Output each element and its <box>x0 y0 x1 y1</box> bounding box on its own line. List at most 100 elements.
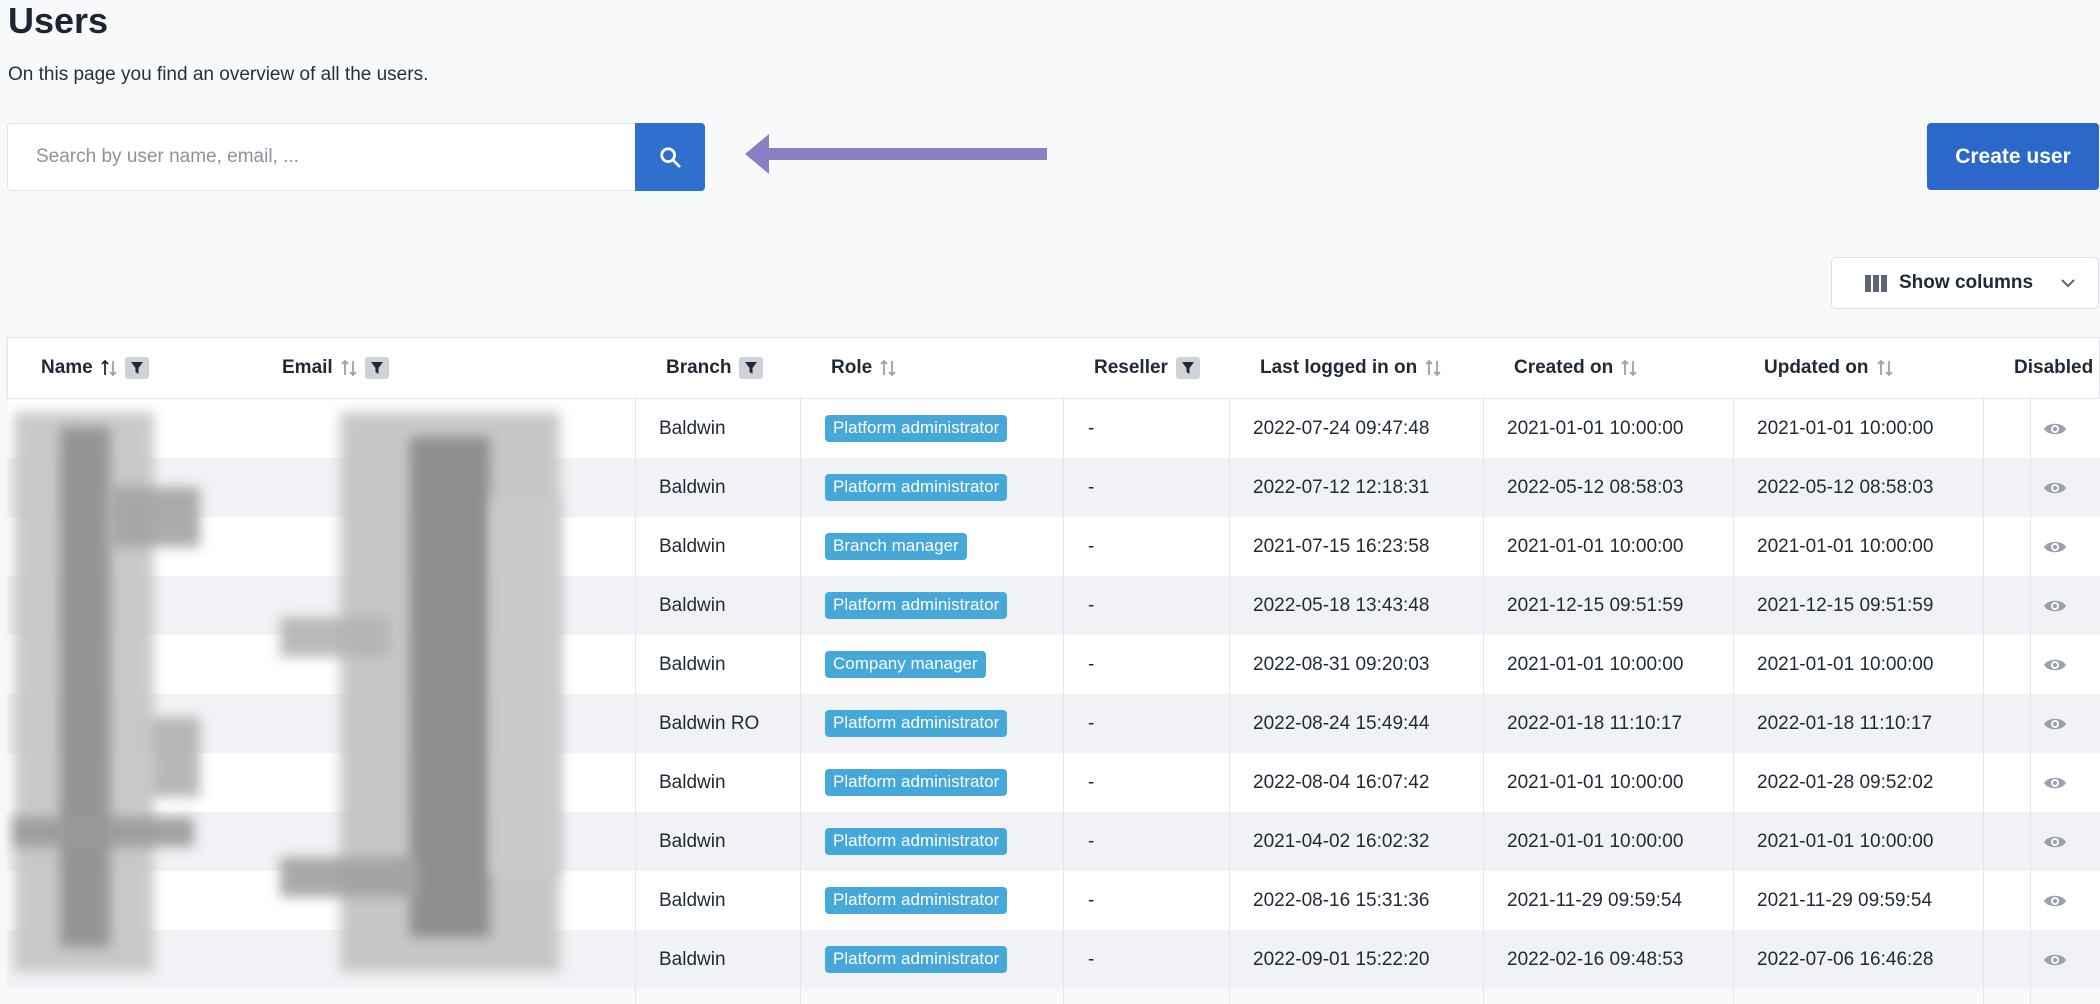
cell-branch: Baldwin <box>659 594 726 616</box>
column-header-last-logged-in[interactable]: Last logged in on <box>1260 338 1441 398</box>
cell-updated-on: 2021-01-01 10:00:00 <box>1757 535 1934 557</box>
column-header-role[interactable]: Role <box>831 338 896 398</box>
cell-branch: Baldwin RO <box>659 712 760 734</box>
cell-last-logged-in: 2022-08-24 15:49:44 <box>1253 712 1430 734</box>
cell-reseller: - <box>1088 948 1095 970</box>
cell-updated-on: 2021-01-01 10:00:00 <box>1757 653 1934 675</box>
cell-role: Platform administrator <box>825 399 1008 458</box>
cell-branch: Baldwin <box>659 535 726 557</box>
cell-updated-on: 2022-07-06 16:46:28 <box>1757 948 1934 970</box>
cell-role: Company manager <box>825 635 986 694</box>
column-divider <box>2030 397 2031 1004</box>
cell-reseller: - <box>1088 594 1095 616</box>
column-divider <box>1229 397 1230 1004</box>
column-header-reseller[interactable]: Reseller <box>1094 338 1200 398</box>
redacted-name-email-area <box>0 397 620 1004</box>
cell-branch: Baldwin <box>659 771 726 793</box>
column-header-updated-on[interactable]: Updated on <box>1764 338 1893 398</box>
cell-reseller: - <box>1088 889 1095 911</box>
column-divider <box>1483 397 1484 1004</box>
role-badge: Platform administrator <box>825 887 1008 914</box>
cell-reseller: - <box>1088 771 1095 793</box>
role-badge: Platform administrator <box>825 946 1008 973</box>
cell-role: Platform administrator <box>825 753 1008 812</box>
filter-icon[interactable] <box>124 357 149 379</box>
columns-icon <box>1865 274 1887 292</box>
role-badge: Platform administrator <box>825 769 1008 796</box>
column-header-branch[interactable]: Branch <box>666 338 764 398</box>
cell-branch: Baldwin <box>659 417 726 439</box>
cell-role: Platform administrator <box>825 930 1008 989</box>
cell-updated-on: 2021-01-01 10:00:00 <box>1757 417 1934 439</box>
eye-icon[interactable] <box>2043 930 2067 989</box>
cell-last-logged-in: 2022-08-04 16:07:42 <box>1253 771 1430 793</box>
eye-icon[interactable] <box>2043 458 2067 517</box>
cell-role: Branch manager <box>825 517 967 576</box>
column-header-email[interactable]: Email <box>282 338 389 398</box>
role-badge: Company manager <box>825 651 986 678</box>
cell-last-logged-in: 2022-08-16 15:31:36 <box>1253 889 1430 911</box>
filter-icon[interactable] <box>1175 357 1200 379</box>
cell-created-on: 2021-11-29 09:59:54 <box>1507 889 1683 911</box>
cell-last-logged-in: 2022-07-12 12:18:31 <box>1253 476 1430 498</box>
cell-branch: Baldwin <box>659 830 726 852</box>
page-title: Users <box>8 0 109 41</box>
cell-created-on: 2021-01-01 10:00:00 <box>1507 653 1684 675</box>
eye-icon[interactable] <box>2043 871 2067 930</box>
eye-icon[interactable] <box>2043 635 2067 694</box>
role-badge: Platform administrator <box>825 415 1008 442</box>
cell-updated-on: 2021-11-29 09:59:54 <box>1757 889 1933 911</box>
cell-reseller: - <box>1088 653 1095 675</box>
cell-reseller: - <box>1088 417 1095 439</box>
sort-icon[interactable] <box>1621 359 1637 377</box>
sort-icon[interactable] <box>101 359 117 377</box>
cell-role: Platform administrator <box>825 871 1008 930</box>
sort-icon[interactable] <box>1876 359 1893 377</box>
cell-role: Platform administrator <box>825 812 1008 871</box>
sort-icon[interactable] <box>1425 359 1441 377</box>
eye-icon[interactable] <box>2043 576 2067 635</box>
column-header-name[interactable]: Name <box>41 338 149 398</box>
page-subtitle: On this page you find an overview of all… <box>8 64 429 85</box>
search-button[interactable] <box>635 123 705 191</box>
cell-branch: Baldwin <box>659 653 726 675</box>
filter-icon[interactable] <box>364 357 389 379</box>
role-badge: Branch manager <box>825 533 967 560</box>
cell-last-logged-in: 2022-05-18 13:43:48 <box>1253 594 1430 616</box>
role-badge: Platform administrator <box>825 710 1008 737</box>
cell-created-on: 2021-01-01 10:00:00 <box>1507 535 1684 557</box>
column-header-created-on[interactable]: Created on <box>1514 338 1637 398</box>
show-columns-dropdown[interactable]: Show columns <box>1831 257 2099 309</box>
column-header-disabled: Disabled <box>2014 357 2094 378</box>
cell-created-on: 2022-01-18 11:10:17 <box>1507 712 1683 734</box>
eye-icon[interactable] <box>2043 517 2067 576</box>
search-bar <box>7 123 705 191</box>
column-divider <box>635 397 636 1004</box>
cell-branch: Baldwin <box>659 889 726 911</box>
cell-updated-on: 2022-01-18 11:10:17 <box>1757 712 1933 734</box>
eye-icon[interactable] <box>2043 812 2067 871</box>
cell-last-logged-in: 2021-04-02 16:02:32 <box>1253 830 1430 852</box>
create-user-button[interactable]: Create user <box>1927 123 2099 190</box>
cell-updated-on: 2022-05-12 08:58:03 <box>1757 476 1934 498</box>
sort-icon[interactable] <box>341 359 357 377</box>
cell-reseller: - <box>1088 712 1095 734</box>
cell-last-logged-in: 2021-07-15 16:23:58 <box>1253 535 1430 557</box>
eye-icon[interactable] <box>2043 753 2067 812</box>
column-divider <box>1983 397 1984 1004</box>
cell-created-on: 2021-12-15 09:51:59 <box>1507 594 1684 616</box>
cell-created-on: 2022-05-12 08:58:03 <box>1507 476 1684 498</box>
role-badge: Platform administrator <box>825 828 1008 855</box>
eye-icon[interactable] <box>2043 694 2067 753</box>
table-header: Name Email Branch Role Reseller Last log… <box>7 337 2100 399</box>
search-input[interactable] <box>7 123 635 191</box>
show-columns-label: Show columns <box>1899 272 2034 293</box>
annotation-arrow-icon <box>745 134 1047 174</box>
eye-icon[interactable] <box>2043 399 2067 458</box>
chevron-down-icon <box>2061 279 2075 288</box>
cell-created-on: 2021-01-01 10:00:00 <box>1507 771 1684 793</box>
sort-icon[interactable] <box>880 359 896 377</box>
cell-updated-on: 2021-12-15 09:51:59 <box>1757 594 1934 616</box>
filter-icon[interactable] <box>739 357 764 379</box>
cell-role: Platform administrator <box>825 694 1008 753</box>
